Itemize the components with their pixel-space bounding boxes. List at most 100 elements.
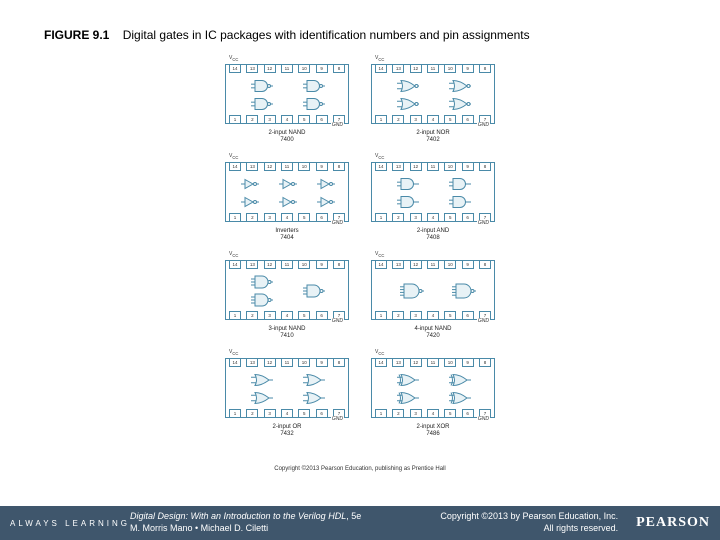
pin-14: 14 — [375, 260, 387, 269]
pin-3: 3 — [264, 311, 276, 320]
pin-8: 8 — [479, 64, 491, 73]
ic-package: 1413121110981234567VCCGND — [225, 64, 349, 124]
pin-row-bottom: 1234567 — [226, 311, 348, 320]
pin-6: 6 — [316, 409, 328, 418]
gate-schematic — [226, 173, 350, 213]
ic-package: 1413121110981234567VCCGND — [225, 260, 349, 320]
vcc-label: VCC — [375, 251, 384, 258]
pin-1: 1 — [375, 115, 387, 124]
pin-10: 10 — [298, 64, 310, 73]
pin-10: 10 — [444, 260, 456, 269]
pin-11: 11 — [427, 64, 439, 73]
pin-10: 10 — [298, 260, 310, 269]
chip-label: 4-input NAND7420 — [414, 326, 451, 340]
chip-7400: 1413121110981234567VCCGND2-input NAND740… — [221, 64, 353, 156]
pin-14: 14 — [375, 358, 387, 367]
pin-5: 5 — [444, 409, 456, 418]
gate-schematic — [226, 75, 350, 115]
gnd-label: GND — [477, 122, 490, 128]
footer-copyright: Copyright ©2013 by Pearson Education, In… — [440, 511, 626, 534]
pin-11: 11 — [281, 358, 293, 367]
pin-8: 8 — [333, 162, 345, 171]
pin-12: 12 — [264, 260, 276, 269]
book-title: Digital Design: With an Introduction to … — [130, 511, 346, 521]
pin-13: 13 — [246, 64, 258, 73]
pin-row-bottom: 1234567 — [372, 311, 494, 320]
pin-10: 10 — [298, 358, 310, 367]
pin-4: 4 — [427, 409, 439, 418]
pin-11: 11 — [281, 260, 293, 269]
pin-10: 10 — [444, 358, 456, 367]
pin-5: 5 — [298, 311, 310, 320]
pin-8: 8 — [479, 162, 491, 171]
pin-12: 12 — [264, 64, 276, 73]
pin-2: 2 — [392, 213, 404, 222]
pin-5: 5 — [298, 213, 310, 222]
pin-12: 12 — [264, 162, 276, 171]
pin-6: 6 — [316, 213, 328, 222]
pin-4: 4 — [281, 115, 293, 124]
pin-4: 4 — [427, 311, 439, 320]
vcc-label: VCC — [229, 251, 238, 258]
pin-3: 3 — [410, 115, 422, 124]
figure-text: Digital gates in IC packages with identi… — [123, 28, 530, 42]
pin-1: 1 — [229, 409, 241, 418]
pin-14: 14 — [229, 358, 241, 367]
pin-2: 2 — [246, 311, 258, 320]
pin-3: 3 — [410, 311, 422, 320]
pin-14: 14 — [229, 162, 241, 171]
pin-10: 10 — [444, 64, 456, 73]
gnd-label: GND — [331, 416, 344, 422]
pin-2: 2 — [246, 409, 258, 418]
ic-package: 1413121110981234567VCCGND — [225, 162, 349, 222]
pin-1: 1 — [375, 311, 387, 320]
chip-7432: 1413121110981234567VCCGND2-input OR7432 — [221, 358, 353, 450]
gate-schematic — [226, 369, 350, 409]
pin-12: 12 — [410, 162, 422, 171]
pin-10: 10 — [298, 162, 310, 171]
pin-12: 12 — [410, 64, 422, 73]
always-learning: ALWAYS LEARNING — [0, 519, 130, 528]
ic-package: 1413121110981234567VCCGND — [371, 162, 495, 222]
pin-5: 5 — [444, 311, 456, 320]
pin-3: 3 — [264, 213, 276, 222]
pin-row-bottom: 1234567 — [372, 115, 494, 124]
pin-4: 4 — [281, 409, 293, 418]
gate-schematic — [372, 369, 496, 409]
pin-row-bottom: 1234567 — [372, 409, 494, 418]
chip-label: 2-input XOR7486 — [416, 424, 449, 438]
pin-9: 9 — [462, 162, 474, 171]
copyright-line: Copyright ©2013 by Pearson Education, In… — [440, 511, 618, 521]
pin-row-bottom: 1234567 — [226, 409, 348, 418]
pin-9: 9 — [462, 260, 474, 269]
ic-package: 1413121110981234567VCCGND — [371, 64, 495, 124]
vcc-label: VCC — [229, 55, 238, 62]
pin-11: 11 — [427, 260, 439, 269]
pin-1: 1 — [375, 409, 387, 418]
pin-row-top: 141312111098 — [226, 260, 348, 269]
gate-schematic — [372, 75, 496, 115]
pin-2: 2 — [246, 213, 258, 222]
pin-11: 11 — [281, 162, 293, 171]
pin-9: 9 — [462, 358, 474, 367]
chip-label: 2-input NOR7402 — [416, 130, 449, 144]
pin-2: 2 — [246, 115, 258, 124]
pin-6: 6 — [462, 213, 474, 222]
ic-package: 1413121110981234567VCCGND — [371, 260, 495, 320]
pin-12: 12 — [410, 260, 422, 269]
chip-7404: 1413121110981234567VCCGNDInverters7404 — [221, 162, 353, 254]
pin-8: 8 — [333, 260, 345, 269]
pin-6: 6 — [462, 409, 474, 418]
gate-schematic — [372, 271, 496, 311]
chip-label: 3-input NAND7410 — [268, 326, 305, 340]
pin-3: 3 — [410, 213, 422, 222]
pin-2: 2 — [392, 311, 404, 320]
pin-5: 5 — [298, 409, 310, 418]
pin-8: 8 — [479, 358, 491, 367]
chip-7486: 1413121110981234567VCCGND2-input XOR7486 — [367, 358, 499, 450]
pin-1: 1 — [229, 213, 241, 222]
pin-row-top: 141312111098 — [372, 358, 494, 367]
pin-13: 13 — [246, 260, 258, 269]
gnd-label: GND — [331, 318, 344, 324]
pin-11: 11 — [427, 162, 439, 171]
